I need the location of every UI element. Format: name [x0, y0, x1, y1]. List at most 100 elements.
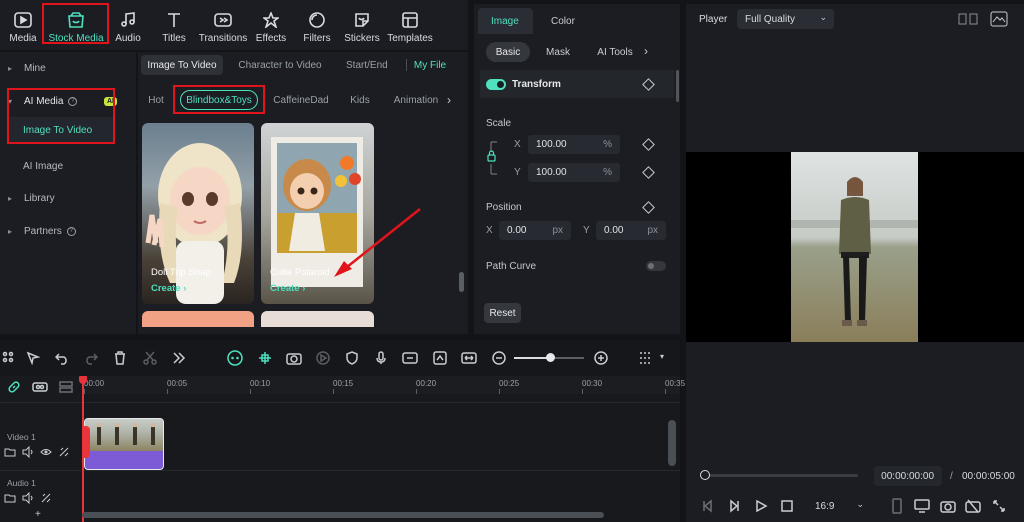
shield-icon[interactable]	[343, 349, 361, 367]
aspect-dropdown[interactable]: 16:9 ⌄	[806, 497, 870, 515]
audio-mute-icon[interactable]	[964, 497, 982, 515]
redo-icon[interactable]	[82, 349, 100, 367]
category-caffeinedad[interactable]: CaffeineDad	[270, 90, 332, 110]
inspector-scrollbar[interactable]	[676, 70, 679, 102]
template-card[interactable]	[261, 311, 374, 327]
add-icon[interactable]: +	[35, 509, 41, 520]
lock-icon[interactable]	[485, 140, 507, 176]
position-x-field[interactable]: 0.00 px	[499, 221, 571, 240]
volume-icon[interactable]	[22, 492, 34, 504]
help-icon[interactable]: ?	[66, 226, 76, 236]
prev-frame-icon[interactable]	[699, 497, 717, 515]
category-kids[interactable]: Kids	[344, 90, 376, 110]
subtab-ai-tools[interactable]: AI Tools	[594, 42, 636, 62]
zoom-out-icon[interactable]	[490, 349, 508, 367]
chevron-right-icon[interactable]: ›	[644, 44, 648, 58]
video-clip[interactable]	[84, 418, 164, 470]
position-y-field[interactable]: 0.00 px	[596, 221, 666, 240]
help-icon[interactable]: ?	[68, 96, 78, 106]
current-time-field[interactable]: 00:00:00:00	[874, 466, 942, 486]
toolbar-stock-media[interactable]: Stock Media	[45, 4, 107, 44]
auto-reframe-icon[interactable]	[285, 349, 303, 367]
fit-width-icon[interactable]	[460, 349, 478, 367]
chevron-down-icon[interactable]: ▾	[660, 352, 664, 361]
path-curve-toggle[interactable]	[646, 261, 666, 271]
stop-icon[interactable]	[778, 497, 796, 515]
auto-sync-icon[interactable]	[40, 492, 52, 504]
template-card[interactable]: Doll Trip Snap Create ›	[142, 123, 254, 304]
volume-icon[interactable]	[22, 446, 34, 458]
transform-toggle[interactable]	[486, 79, 506, 90]
scale-y-field[interactable]: 100.00 %	[528, 163, 620, 182]
ai-copilot-icon[interactable]	[226, 349, 244, 367]
player-playhead[interactable]	[700, 470, 710, 480]
zoom-in-icon[interactable]	[592, 349, 610, 367]
snapshot-icon[interactable]	[939, 497, 957, 515]
category-blindbox-toys[interactable]: Blindbox&Toys	[180, 90, 258, 110]
voiceover-icon[interactable]	[401, 349, 419, 367]
toolbar-transitions[interactable]: Transitions	[197, 4, 249, 44]
sidebar-item-partners[interactable]: ▸ Partners ?	[8, 221, 76, 241]
track-manager-icon[interactable]	[57, 378, 75, 396]
snap-icon[interactable]	[256, 349, 274, 367]
microphone-icon[interactable]	[372, 349, 390, 367]
player-progress-track[interactable]	[704, 474, 858, 477]
playhead-handle[interactable]	[79, 376, 87, 384]
timeline-horizontal-scrollbar[interactable]	[82, 512, 604, 518]
category-animation[interactable]: Animation	[388, 90, 444, 110]
subtab-mask[interactable]: Mask	[540, 42, 576, 62]
chevron-right-icon[interactable]: ›	[447, 93, 451, 107]
image-view-icon[interactable]	[990, 11, 1008, 27]
replace-icon[interactable]	[431, 349, 449, 367]
tab-start-end[interactable]: Start/End	[338, 55, 394, 75]
tab-character-to-video[interactable]: Character to Video	[232, 55, 328, 75]
toolbar-titles[interactable]: Titles	[156, 4, 192, 44]
play-icon[interactable]	[752, 497, 770, 515]
compare-view-icon[interactable]	[958, 12, 978, 26]
marker-icon[interactable]	[888, 497, 906, 515]
play-range-icon[interactable]	[314, 349, 332, 367]
template-card[interactable]	[142, 311, 254, 327]
card-create-button[interactable]: Create ›	[270, 283, 305, 294]
sidebar-item-ai-image[interactable]: AI Image	[23, 156, 63, 176]
select-cursor-icon[interactable]	[24, 349, 42, 367]
link-icon[interactable]	[5, 378, 23, 396]
category-hot[interactable]: Hot	[142, 90, 170, 110]
toolbar-audio[interactable]: Audio	[110, 4, 146, 44]
fullscreen-icon[interactable]	[990, 497, 1008, 515]
layout-grid-icon[interactable]	[0, 349, 18, 367]
scale-x-field[interactable]: 100.00 %	[528, 135, 620, 154]
undo-icon[interactable]	[53, 349, 71, 367]
sidebar-item-ai-media[interactable]: ▾ AI Media ? AI	[8, 91, 117, 111]
add-track-icon[interactable]	[31, 378, 49, 396]
card-create-button[interactable]: Create ›	[151, 283, 186, 294]
tab-my-file[interactable]: My File	[410, 55, 450, 75]
reset-button[interactable]: Reset	[484, 303, 521, 323]
folder-icon[interactable]	[4, 446, 16, 458]
tab-image[interactable]: Image	[478, 8, 533, 34]
sidebar-item-image-to-video[interactable]: Image To Video	[8, 117, 114, 143]
sidebar-item-library[interactable]: ▸ Library	[8, 188, 55, 208]
more-tools-icon[interactable]	[170, 349, 188, 367]
tab-image-to-video[interactable]: Image To Video	[141, 55, 223, 75]
eye-icon[interactable]	[40, 446, 52, 458]
scissors-icon[interactable]	[141, 349, 159, 367]
display-icon[interactable]	[913, 497, 931, 515]
toolbar-effects[interactable]: Effects	[252, 4, 290, 44]
folder-icon[interactable]	[4, 492, 16, 504]
delete-icon[interactable]	[111, 349, 129, 367]
next-frame-icon[interactable]	[725, 497, 743, 515]
auto-sync-icon[interactable]	[58, 446, 70, 458]
toolbar-stickers[interactable]: Stickers	[343, 4, 381, 44]
view-options-icon[interactable]	[636, 349, 654, 367]
toolbar-filters[interactable]: Filters	[298, 4, 336, 44]
quality-dropdown[interactable]: Full Quality ⌄	[737, 9, 834, 29]
library-scrollbar[interactable]	[459, 272, 464, 292]
subtab-basic[interactable]: Basic	[486, 42, 530, 62]
timeline-vertical-scrollbar[interactable]	[668, 420, 676, 466]
toolbar-media[interactable]: Media	[2, 4, 44, 44]
tab-color[interactable]: Color	[551, 16, 575, 27]
zoom-slider-handle[interactable]	[546, 353, 555, 362]
sidebar-item-mine[interactable]: ▸ Mine	[8, 58, 46, 78]
toolbar-templates[interactable]: Templates	[387, 4, 433, 44]
